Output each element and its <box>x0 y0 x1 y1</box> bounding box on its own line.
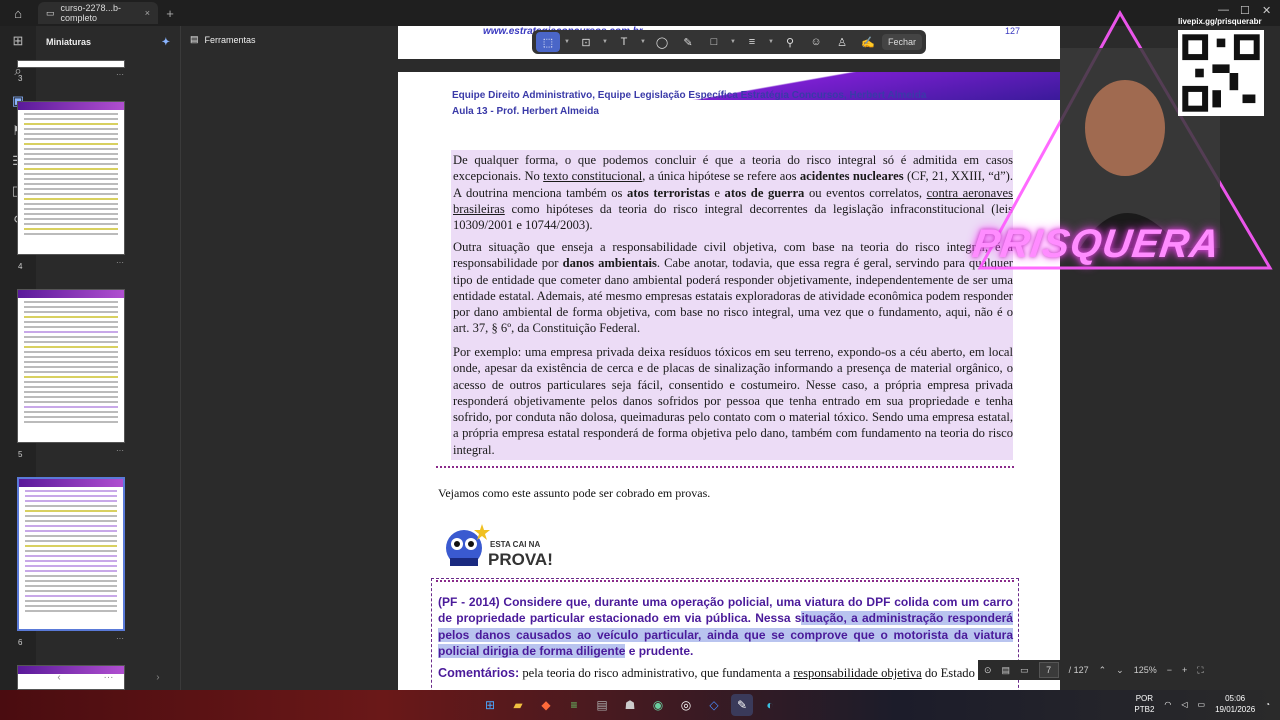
tab-icon: ▭ <box>46 7 55 18</box>
apps-icon[interactable]: ⊞ <box>0 26 36 56</box>
app-icon[interactable]: ◉ <box>647 694 669 716</box>
fullscreen-icon[interactable]: ⛶ <box>1197 665 1203 676</box>
sign-tool-icon[interactable]: ♙ <box>830 32 854 52</box>
page-menu-icon[interactable]: ··· <box>116 70 124 79</box>
page-thumbnail[interactable] <box>17 101 125 255</box>
select-tool-icon[interactable]: ⬚ <box>536 32 560 52</box>
page-number: 5 <box>18 450 23 459</box>
brave-browser-icon[interactable]: ◆ <box>535 694 557 716</box>
status-bar: ⊙ ▤ ▭ 7 / 127 ⌃ ⌄ 125% − + ⛶ <box>978 660 1274 680</box>
tools-label: Ferramentas <box>204 34 256 45</box>
pin-icon[interactable]: ✦ <box>162 37 170 48</box>
page-menu-icon[interactable]: ··· <box>116 446 124 455</box>
page-number: 3 <box>18 74 23 83</box>
obs-icon[interactable]: ◎ <box>675 694 697 716</box>
thumbnail-navigation: ‹ ··· › <box>36 666 181 688</box>
qr-code-icon <box>1178 30 1264 116</box>
app-icon[interactable]: ≡ <box>563 694 585 716</box>
dotted-divider <box>436 466 1014 468</box>
app-icon[interactable]: ☗ <box>619 694 641 716</box>
exam-badge-small: ESTA CAI NA <box>490 540 541 549</box>
page-number: 4 <box>18 262 23 271</box>
page-thumbnail[interactable] <box>17 60 125 68</box>
page-total: / 127 <box>1068 665 1089 675</box>
close-toolbar-button[interactable]: Fechar <box>882 34 923 50</box>
zoom-out-icon[interactable]: − <box>1167 665 1172 675</box>
highlighter-tool-icon[interactable]: ✎ <box>676 32 700 52</box>
edge-browser-icon[interactable]: ◐ <box>759 694 781 716</box>
paragraph: Outra situação que enseja a responsabili… <box>453 240 1013 336</box>
page-number: 6 <box>18 638 23 647</box>
zoom-level[interactable]: 125% <box>1134 665 1157 675</box>
chevron-down-icon[interactable]: ▼ <box>766 32 776 52</box>
owl-mascot-icon <box>446 524 490 566</box>
page-view-icon[interactable]: ⊙ <box>984 665 992 676</box>
page-header: Equipe Direito Administrativo, Equipe Le… <box>452 90 927 101</box>
home-icon[interactable]: ⌂ <box>0 0 36 26</box>
tab-close-icon[interactable]: × <box>145 8 150 18</box>
attach-tool-icon[interactable]: ⚲ <box>778 32 802 52</box>
text-tool-icon[interactable]: T <box>612 32 636 52</box>
notification-icon[interactable]: ◔ <box>1265 700 1270 709</box>
chevron-down-icon[interactable]: ▼ <box>600 32 610 52</box>
volume-icon[interactable]: ◁ <box>1181 700 1187 709</box>
fit-page-icon[interactable]: ▭ <box>1020 665 1029 676</box>
windows-start-icon[interactable]: ⊞ <box>479 694 501 716</box>
more-icon[interactable]: ··· <box>103 672 113 683</box>
document-tab[interactable]: ▭ curso-2278...b-completo × <box>38 2 158 24</box>
page-subheader: Aula 13 - Prof. Herbert Almeida <box>452 106 599 117</box>
system-tray: POR PTB2 ◠ ◁ ▭ 05:06 19/01/2026 ◔ <box>1134 693 1270 715</box>
dotted-divider <box>436 580 1014 582</box>
annotation-toolbar: ⬚ ▼ ⊡ ▼ T ▼ ◯ ✎ □ ▼ ≡ ▼ ⚲ ☺ ♙ ✍ Fechar <box>532 30 926 54</box>
page-thumbnail-selected[interactable] <box>17 477 125 631</box>
app-icon[interactable]: ▤ <box>591 694 613 716</box>
paragraph: De qualquer forma, o que podemos conclui… <box>453 153 1014 233</box>
file-explorer-icon[interactable]: ▰ <box>507 694 529 716</box>
exam-badge-title: PROVA! <box>488 550 553 569</box>
layout-icon[interactable]: ▤ <box>1002 665 1011 676</box>
thumbnails-title: Miniaturas <box>46 37 92 47</box>
taskbar: ⊞ ▰ ◆ ≡ ▤ ☗ ◉ ◎ ◇ ✎ ◐ <box>0 690 1280 720</box>
wifi-icon[interactable]: ◠ <box>1164 700 1171 709</box>
chevron-down-icon[interactable]: ▼ <box>638 32 648 52</box>
underline-tool-icon[interactable]: ≡ <box>740 32 764 52</box>
zoom-in-icon[interactable]: + <box>1182 665 1187 675</box>
comments-text: Comentários: pela teoria do risco admini… <box>438 666 975 680</box>
chevron-down-icon[interactable]: ▼ <box>728 32 738 52</box>
keyboard-language[interactable]: POR PTB2 <box>1134 693 1154 715</box>
page-number-input[interactable]: 7 <box>1038 662 1059 678</box>
paragraph: Por exemplo: uma empresa privada deixa r… <box>453 345 1013 457</box>
text-box-tool-icon[interactable]: ⊡ <box>574 32 598 52</box>
intro-text: Vejamos como este assunto pode ser cobra… <box>438 486 711 500</box>
streamer-brand: PRISQUERA <box>969 222 1223 266</box>
question-text[interactable]: (PF - 2014) Considere que, durante uma o… <box>438 594 1013 659</box>
page-menu-icon[interactable]: ··· <box>116 634 124 643</box>
tools-header[interactable]: ▤ Ferramentas <box>190 34 256 45</box>
comment-tool-icon[interactable]: ◯ <box>650 32 674 52</box>
page-menu-icon[interactable]: ··· <box>116 258 124 267</box>
signature-tool-icon[interactable]: ✍ <box>856 32 880 52</box>
tab-title: curso-2278...b-completo <box>60 3 122 23</box>
app-icon[interactable]: ◇ <box>703 694 725 716</box>
stamp-tool-icon[interactable]: ☺ <box>804 32 828 52</box>
page-thumbnail[interactable] <box>17 289 125 443</box>
battery-icon[interactable]: ▭ <box>1198 700 1206 709</box>
next-arrow-icon[interactable]: › <box>156 672 159 683</box>
page-up-icon[interactable]: ⌃ <box>1099 665 1107 676</box>
tools-icon: ▤ <box>190 34 199 44</box>
pdf-reader-icon[interactable]: ✎ <box>731 694 753 716</box>
new-tab-button[interactable]: + <box>158 6 182 21</box>
prev-arrow-icon[interactable]: ‹ <box>57 672 60 683</box>
chevron-down-icon[interactable]: ▼ <box>562 32 572 52</box>
shape-tool-icon[interactable]: □ <box>702 32 726 52</box>
clock[interactable]: 05:06 19/01/2026 <box>1215 693 1255 715</box>
page-down-icon[interactable]: ⌄ <box>1116 665 1124 676</box>
qr-label: livepix.gg/prisquerabr <box>1178 17 1262 26</box>
